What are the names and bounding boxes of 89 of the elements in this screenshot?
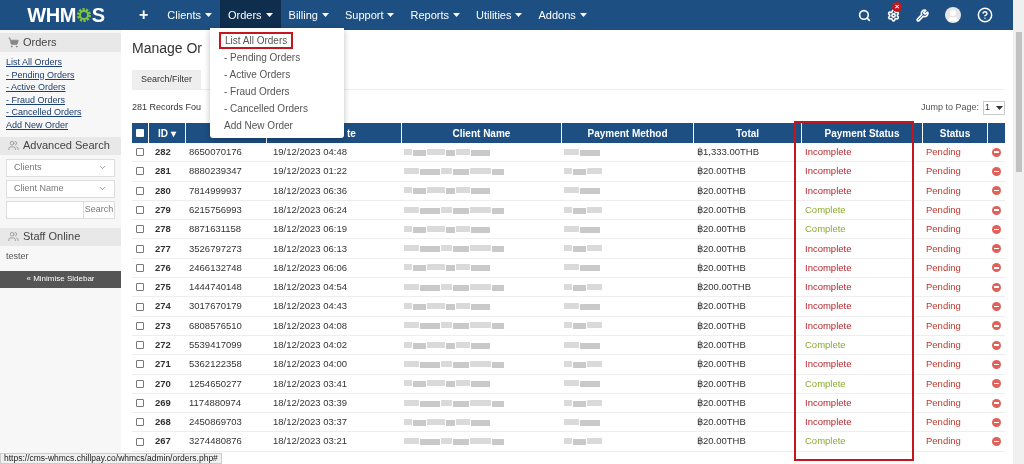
order-status: Pending xyxy=(926,319,961,331)
order-total: ฿20.00THB xyxy=(697,358,746,370)
order-number: 3274480876 xyxy=(189,435,242,447)
payment-status: Incomplete xyxy=(805,242,852,254)
order-date: 18/12/2023 04:02 xyxy=(273,339,347,350)
order-date: 18/12/2023 04:08 xyxy=(273,319,347,331)
order-number: 2466132748 xyxy=(189,261,242,273)
order-date: 18/12/2023 03:37 xyxy=(273,416,347,428)
order-date: 18/12/2023 04:54 xyxy=(273,281,347,293)
order-status: Pending xyxy=(926,300,961,312)
order-status: Pending xyxy=(926,165,961,177)
order-date: 18/12/2023 04:43 xyxy=(273,300,347,312)
payment-status: Incomplete xyxy=(805,396,852,408)
order-status: Pending xyxy=(926,416,961,428)
order-date: 18/12/2023 06:06 xyxy=(273,261,347,273)
order-status: Pending xyxy=(926,261,961,273)
sidebar-title: Orders xyxy=(23,35,57,51)
order-status: Pending xyxy=(926,184,961,196)
order-number: 3526797273 xyxy=(189,242,242,254)
sidebar-title: Staff Online xyxy=(23,229,81,245)
payment-status: Complete xyxy=(805,435,846,447)
order-total: ฿20.00THB xyxy=(697,261,746,273)
order-number: 6808576510 xyxy=(189,319,242,331)
order-total: ฿20.00THB xyxy=(697,319,746,331)
payment-status: Incomplete xyxy=(805,146,852,157)
records-count: 281 Records Fou xyxy=(132,101,202,115)
payment-status: Incomplete xyxy=(805,358,852,370)
order-status: Pending xyxy=(926,396,961,408)
order-total: ฿20.00THB xyxy=(697,416,746,428)
order-total: ฿20.00THB xyxy=(697,165,746,177)
order-number: 2450869703 xyxy=(189,416,242,428)
order-date: 18/12/2023 03:39 xyxy=(273,396,347,408)
order-number: 3017670179 xyxy=(189,300,242,312)
order-date: 18/12/2023 04:00 xyxy=(273,358,347,370)
order-date: 18/12/2023 06:24 xyxy=(273,203,347,215)
order-date: 18/12/2023 03:21 xyxy=(273,435,347,447)
order-status: Pending xyxy=(926,281,961,293)
order-status: Pending xyxy=(926,242,961,254)
order-status: Pending xyxy=(926,377,961,389)
order-total: ฿20.00THB xyxy=(697,184,746,196)
order-date: 19/12/2023 01:22 xyxy=(273,165,347,177)
order-number: 5362122358 xyxy=(189,358,242,370)
order-date: 19/12/2023 04:48 xyxy=(273,146,347,157)
order-total: ฿20.00THB xyxy=(697,396,746,408)
order-total: ฿1,333.00THB xyxy=(697,146,759,157)
order-status: Pending xyxy=(926,146,961,157)
order-total: ฿20.00THB xyxy=(697,203,746,215)
order-date: 18/12/2023 06:13 xyxy=(273,242,347,254)
order-status: Pending xyxy=(926,435,961,447)
order-number: 1444740148 xyxy=(189,281,242,293)
order-date: 18/12/2023 06:36 xyxy=(273,184,347,196)
payment-status: Incomplete xyxy=(805,281,852,293)
order-number: 8650070176 xyxy=(189,146,242,157)
order-status: Pending xyxy=(926,339,961,350)
payment-status: Complete xyxy=(805,339,846,350)
order-total: ฿200.00THB xyxy=(697,281,752,293)
order-total: ฿20.00THB xyxy=(697,300,746,312)
status-url: https://cms-whmcs.chillpay.co/whmcs/admin/orders.php# xyxy=(0,453,222,464)
sidebar-title: Advanced Search xyxy=(23,138,110,154)
order-total: ฿20.00THB xyxy=(697,242,746,254)
jump-label: Jump to Page: xyxy=(920,101,979,115)
order-total: ฿20.00THB xyxy=(697,223,746,235)
order-date: 18/12/2023 03:41 xyxy=(273,377,347,389)
payment-status: Incomplete xyxy=(805,300,852,312)
order-number: 6215756993 xyxy=(189,203,242,215)
order-total: ฿20.00THB xyxy=(697,339,746,350)
payment-status: Complete xyxy=(805,223,846,235)
staff-name: tester xyxy=(5,249,30,263)
payment-status: Complete xyxy=(805,203,846,215)
payment-status: Incomplete xyxy=(805,319,852,331)
order-number: 8871631158 xyxy=(189,223,242,235)
payment-status: Incomplete xyxy=(805,184,852,196)
payment-status: Complete xyxy=(805,377,846,389)
order-status: Pending xyxy=(926,203,961,215)
payment-status: Incomplete xyxy=(805,416,852,428)
order-status: Pending xyxy=(926,223,961,235)
order-number: 1174880974 xyxy=(189,396,242,408)
order-total: ฿20.00THB xyxy=(697,377,746,389)
payment-status: Incomplete xyxy=(805,165,852,177)
payment-status: Incomplete xyxy=(805,261,852,273)
order-number: 5539417099 xyxy=(189,339,242,350)
order-total: ฿20.00THB xyxy=(697,435,746,447)
order-number: 1254650277 xyxy=(189,377,242,389)
order-number: 7814999937 xyxy=(189,184,242,196)
page-title: Manage Or xyxy=(132,40,203,56)
order-date: 18/12/2023 06:19 xyxy=(273,223,347,235)
alert-badge: × xyxy=(892,1,902,12)
order-status: Pending xyxy=(926,358,961,370)
order-number: 8880239347 xyxy=(189,165,242,177)
